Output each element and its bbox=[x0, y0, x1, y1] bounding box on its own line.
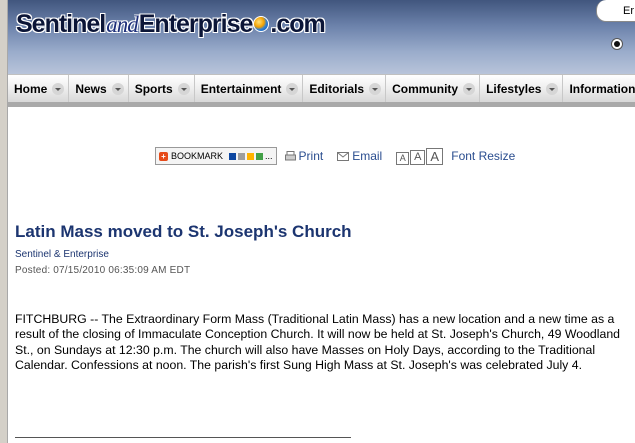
nav-label: Lifestyles bbox=[486, 81, 542, 96]
font-resize-label[interactable]: Font Resize bbox=[451, 149, 515, 163]
nav-label: News bbox=[75, 81, 107, 96]
nav-community[interactable]: Community bbox=[390, 75, 481, 102]
nav-label: Sports bbox=[134, 81, 173, 96]
bookmark-button[interactable]: + BOOKMARK ... bbox=[155, 147, 277, 165]
chevron-down-icon[interactable] bbox=[546, 82, 559, 95]
site-logo[interactable]: SentinelandEnterprise .com bbox=[16, 10, 326, 44]
logo-tld: .com bbox=[270, 10, 325, 38]
envelope-icon bbox=[337, 151, 350, 161]
share-icons: ... bbox=[229, 151, 273, 161]
main-nav: Home News Sports Entertainment Editorial… bbox=[8, 74, 635, 107]
nav-sports[interactable]: Sports bbox=[133, 75, 195, 102]
article-posted-date: Posted: 07/15/2010 06:35:09 AM EDT bbox=[15, 265, 191, 276]
article-tools: + BOOKMARK ... Print Email A A A Font Re… bbox=[155, 146, 515, 166]
nav-label: Home bbox=[14, 81, 48, 96]
logo-and: and bbox=[106, 12, 138, 37]
nav-editorials[interactable]: Editorials bbox=[307, 75, 387, 102]
article-byline: Sentinel & Enterprise bbox=[15, 249, 109, 260]
article-body: FITCHBURG -- The Extraordinary Form Mass… bbox=[15, 312, 620, 372]
chevron-down-icon[interactable] bbox=[463, 82, 476, 95]
email-label: Email bbox=[352, 149, 383, 163]
nav-label: Community bbox=[392, 81, 459, 96]
print-link[interactable]: Print bbox=[284, 149, 324, 163]
globe-icon bbox=[253, 16, 270, 33]
nav-entertainment[interactable]: Entertainment bbox=[199, 75, 304, 102]
chevron-down-icon[interactable] bbox=[369, 82, 382, 95]
plus-icon: + bbox=[159, 151, 168, 161]
chevron-down-icon[interactable] bbox=[52, 82, 65, 95]
article-title: Latin Mass moved to St. Joseph's Church bbox=[15, 222, 352, 241]
nav-label: Entertainment bbox=[200, 81, 282, 96]
font-large-button[interactable]: A bbox=[426, 147, 444, 165]
font-medium-button[interactable]: A bbox=[410, 149, 426, 165]
email-link[interactable]: Email bbox=[337, 149, 382, 163]
site-header: SentinelandEnterprise .com Er bbox=[8, 0, 635, 74]
chevron-down-icon[interactable] bbox=[286, 82, 299, 95]
print-label: Print bbox=[298, 149, 324, 163]
browser-frame-edge bbox=[0, 0, 8, 443]
bookmark-label: BOOKMARK bbox=[171, 151, 224, 161]
nav-label: Information bbox=[569, 81, 635, 96]
logo-sentinel: Sentinel bbox=[16, 10, 106, 38]
nav-label: Editorials bbox=[309, 81, 365, 96]
chevron-down-icon[interactable] bbox=[111, 82, 124, 95]
nav-home[interactable]: Home bbox=[12, 75, 70, 102]
divider bbox=[15, 437, 351, 438]
font-size-buttons: A A A bbox=[396, 147, 444, 165]
chevron-down-icon[interactable] bbox=[177, 82, 190, 95]
printer-icon bbox=[284, 150, 296, 160]
nav-lifestyles[interactable]: Lifestyles bbox=[484, 75, 564, 102]
logo-enterprise: Enterprise bbox=[138, 10, 254, 38]
nav-information[interactable]: Information bbox=[567, 75, 635, 102]
search-input[interactable]: Er bbox=[596, 0, 635, 22]
nav-news[interactable]: News bbox=[73, 75, 129, 102]
search-scope-radio[interactable] bbox=[611, 38, 623, 50]
font-small-button[interactable]: A bbox=[396, 151, 410, 165]
